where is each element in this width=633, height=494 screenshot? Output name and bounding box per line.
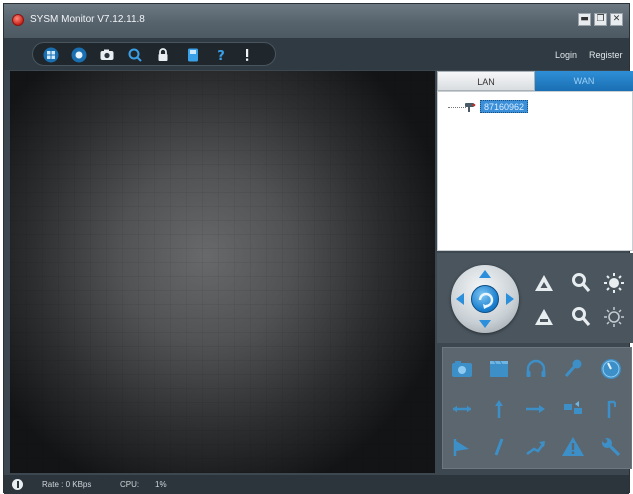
record-icon[interactable] — [71, 47, 87, 63]
trend-arrow-icon[interactable] — [523, 434, 549, 460]
save-disk-icon[interactable] — [185, 47, 201, 63]
cpu-value: 1% — [155, 480, 167, 489]
cpu-label: CPU: — [120, 480, 140, 489]
volume-icon[interactable] — [598, 356, 624, 382]
network-camera-icon — [463, 101, 477, 113]
tab-wan[interactable]: WAN — [535, 71, 633, 91]
tool-group: ? — [32, 42, 276, 66]
help-icon[interactable]: ? — [213, 47, 229, 63]
maximize-button[interactable]: ❐ — [594, 13, 607, 26]
microphone-icon[interactable] — [560, 356, 586, 382]
ptz-joystick[interactable] — [451, 265, 519, 333]
brightness-down-icon[interactable] — [603, 306, 625, 328]
login-link[interactable]: Login — [555, 50, 577, 60]
layout-grid-icon[interactable] — [43, 47, 59, 63]
flip-icon[interactable] — [598, 396, 624, 422]
info-status-icon[interactable] — [12, 479, 23, 490]
tab-lan[interactable]: LAN — [437, 71, 535, 91]
zoom-out-icon[interactable] — [570, 306, 592, 328]
close-button[interactable]: ✕ — [610, 13, 623, 26]
minimize-button[interactable]: ▬ — [578, 13, 591, 26]
refresh-icon[interactable] — [471, 285, 499, 313]
transfer-icon[interactable] — [560, 396, 586, 422]
focus-down-icon[interactable] — [533, 306, 555, 328]
toolbar: ? Login Register — [4, 38, 629, 70]
resize-horizontal-icon[interactable] — [449, 396, 475, 422]
app-logo-icon — [12, 14, 24, 26]
arrow-right-icon[interactable] — [523, 396, 549, 422]
video-clip-icon[interactable] — [486, 356, 512, 382]
headphones-icon[interactable] — [523, 356, 549, 382]
device-tabs: LAN WAN — [437, 71, 633, 91]
video-view[interactable] — [10, 71, 435, 473]
app-window: SYSM Monitor V7.12.11.8 ▬ ❐ ✕ ? Login Re… — [3, 3, 633, 494]
search-icon[interactable] — [127, 47, 143, 63]
alarm-warning-icon[interactable] — [560, 434, 586, 460]
photo-icon[interactable] — [449, 356, 475, 382]
zoom-in-icon[interactable] — [570, 272, 592, 294]
ptz-panel — [437, 253, 633, 343]
register-link[interactable]: Register — [589, 50, 623, 60]
info-icon[interactable] — [239, 47, 255, 63]
pen-icon[interactable] — [486, 434, 512, 460]
focus-up-icon[interactable] — [533, 272, 555, 294]
status-bar: Rate : 0 KBps CPU: 1% — [4, 475, 629, 494]
title-bar[interactable]: SYSM Monitor V7.12.11.8 ▬ ❐ ✕ — [4, 4, 629, 38]
device-tree: 87160962 — [437, 91, 633, 251]
rate-label: Rate : 0 KBps — [42, 480, 92, 489]
function-panel — [442, 347, 632, 469]
snapshot-camera-icon[interactable] — [99, 47, 115, 63]
device-item[interactable]: 87160962 — [480, 100, 529, 113]
lock-icon[interactable] — [155, 47, 171, 63]
wrench-icon[interactable] — [598, 434, 624, 460]
brightness-up-icon[interactable] — [603, 272, 625, 294]
svg-text:?: ? — [217, 49, 225, 63]
app-title: SYSM Monitor V7.12.11.8 — [30, 14, 145, 25]
flag-icon[interactable] — [449, 434, 475, 460]
arrow-up-icon[interactable] — [486, 396, 512, 422]
